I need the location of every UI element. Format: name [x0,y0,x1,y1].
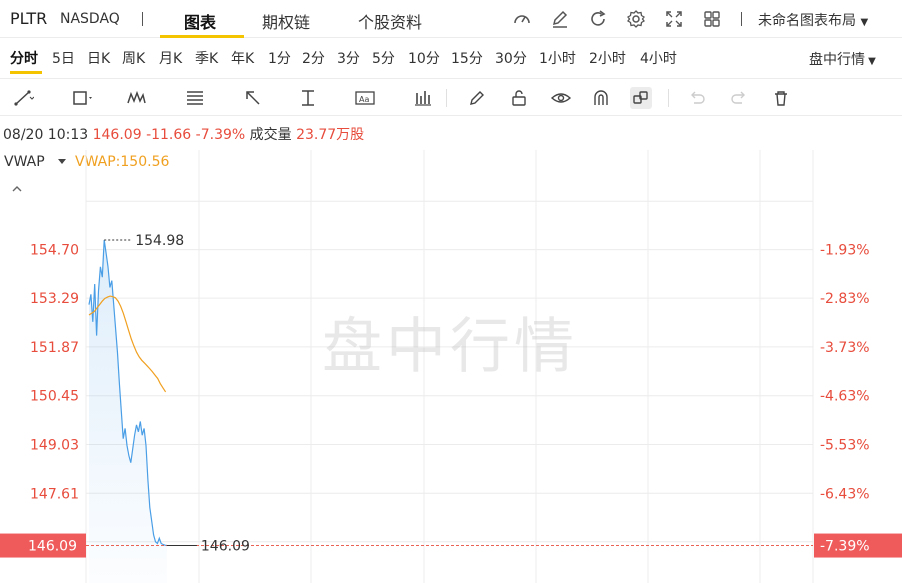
chevron-down-icon: ▼ [860,17,869,28]
period-15min[interactable]: 15分 [451,48,483,68]
pct-tick-label: -3.73% [820,340,870,356]
period-monthly[interactable]: 月K [159,48,182,68]
volume-value: 23.77万股 [296,127,365,143]
period-30min[interactable]: 30分 [495,48,527,68]
pct-tick-label: -4.63% [820,389,870,405]
pct-tick-label: -2.83% [820,291,870,307]
trend-line-icon[interactable] [12,87,34,109]
last-price-badge-label: 146.09 [28,539,77,555]
magnet-icon[interactable] [590,87,612,109]
pct-tick-label: -5.53% [820,438,870,454]
grid-layout-icon[interactable] [702,9,722,29]
quote-summary: 08/20 10:13 146.09 -11.66 -7.39% 成交量 23.… [3,124,364,144]
last-pct-badge-label: -7.39% [820,539,870,555]
y-tick-label: 154.70 [30,243,79,259]
lock-icon[interactable] [508,87,530,109]
gauge-icon[interactable] [512,9,532,29]
price-area-fill [89,240,167,583]
period-2hour[interactable]: 2小时 [589,48,626,68]
layout-selector[interactable]: 未命名图表布局 ▼ [758,10,868,30]
chart-header: PLTR NASDAQ 图表 期权链 个股资料 未命名图表布局 ▼ [0,0,902,38]
caret-down-icon: ▼ [865,56,876,67]
toolbar-divider [668,89,669,107]
tab-chart[interactable]: 图表 [184,9,216,33]
tab-options-chain[interactable]: 期权链 [262,9,310,33]
quote-price: 146.09 [92,127,142,143]
text-icon[interactable]: Aa [354,87,376,109]
measure-icon[interactable] [298,87,320,109]
gear-icon[interactable] [626,9,646,29]
y-tick-label: 150.45 [30,389,79,405]
refresh-icon[interactable] [588,9,608,29]
layout-name-label: 未命名图表布局 [758,13,856,29]
eye-icon[interactable] [550,87,572,109]
high-price-label: 154.98 [135,233,184,249]
exchange-label: NASDAQ [60,11,120,27]
rectangle-icon[interactable] [70,87,92,109]
last-price-marker-label: 146.09 [201,539,250,555]
drawing-toolbar: Aa [0,78,902,116]
market-session-selector[interactable]: 盘中行情 ▼ [809,49,876,69]
svg-text:Aa: Aa [359,95,369,104]
y-tick-label: 149.03 [30,438,79,454]
market-session-label: 盘中行情 [809,52,865,68]
period-daily[interactable]: 日K [87,48,110,68]
header-divider-right [741,12,742,26]
period-1hour[interactable]: 1小时 [539,48,576,68]
y-tick-label: 153.29 [30,291,79,307]
period-10min[interactable]: 10分 [408,48,440,68]
quote-change: -11.66 [146,127,192,143]
period-2min[interactable]: 2分 [302,48,325,68]
active-period-indicator [10,71,42,74]
pct-tick-label: -1.93% [820,243,870,259]
quote-change-pct: -7.39% [195,127,246,143]
tab-company-profile[interactable]: 个股资料 [358,9,422,33]
quote-datetime: 08/20 10:13 [3,127,89,143]
period-4hour[interactable]: 4小时 [640,48,677,68]
edit-icon[interactable] [550,9,570,29]
symbol-ticker[interactable]: PLTR [10,9,47,28]
period-1min[interactable]: 1分 [268,48,291,68]
period-5min[interactable]: 5分 [372,48,395,68]
redo-icon[interactable] [728,87,750,109]
volume-label: 成交量 [249,127,292,143]
period-intraday[interactable]: 分时 [10,48,38,68]
undo-icon[interactable] [686,87,708,109]
watermark: 盘中行情 [322,312,578,382]
trash-icon[interactable] [770,87,792,109]
pattern-icon[interactable] [126,87,148,109]
arrow-icon[interactable] [242,87,264,109]
link-icon[interactable] [630,87,652,109]
indicator-icon[interactable] [412,87,434,109]
fullscreen-icon[interactable] [664,9,684,29]
period-5day[interactable]: 5日 [52,48,75,68]
brush-icon[interactable] [466,87,488,109]
period-bar: 分时 5日 日K 周K 月K 季K 年K 1分 2分 3分 5分 10分 15分… [0,38,902,76]
header-divider [142,12,143,26]
pct-tick-label: -6.43% [820,486,870,502]
period-weekly[interactable]: 周K [122,48,145,68]
y-tick-label: 151.87 [30,340,79,356]
period-yearly[interactable]: 年K [231,48,254,68]
fibonacci-icon[interactable] [185,87,207,109]
y-tick-label: 147.61 [30,486,79,502]
toolbar-divider [446,89,447,107]
period-quarterly[interactable]: 季K [195,48,218,68]
period-3min[interactable]: 3分 [337,48,360,68]
